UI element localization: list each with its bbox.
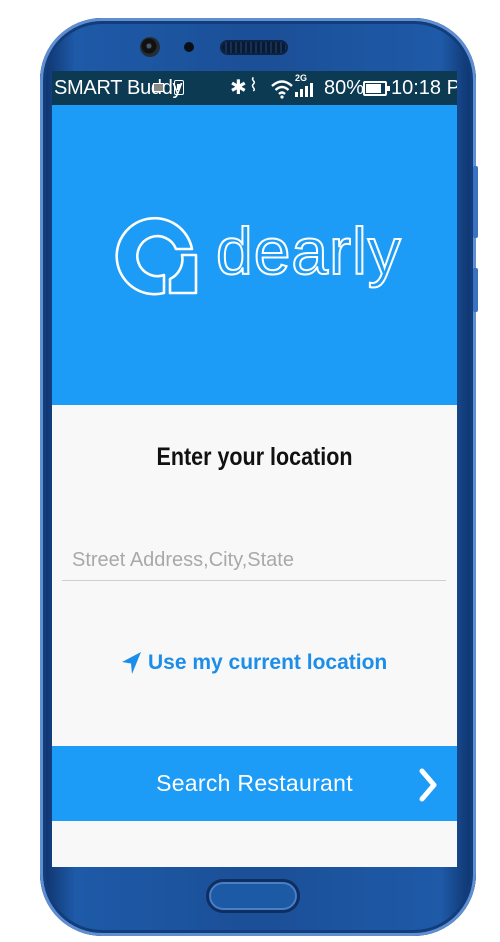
vibrate-icon: ⌇ [249, 75, 258, 95]
home-button[interactable] [206, 879, 300, 913]
sim-icon [153, 83, 164, 92]
proximity-sensor [184, 42, 194, 52]
search-restaurant-button[interactable]: Search Restaurant [52, 746, 457, 821]
phone-status-icon [174, 80, 184, 95]
earpiece-speaker [222, 42, 286, 53]
chevron-right-icon [419, 768, 437, 802]
power-button [473, 268, 478, 312]
navigation-arrow-icon [122, 652, 141, 674]
network-type-label: 2G [295, 73, 308, 83]
brand-wordmark: dearly [215, 213, 402, 289]
volume-button [473, 166, 478, 238]
search-button-label: Search Restaurant [156, 770, 353, 796]
battery-icon [363, 81, 390, 96]
front-camera [140, 37, 160, 57]
app-screen: SMART Buddy ✱ ⌇ 2G 80% 10:18 PM dearly E… [52, 71, 457, 867]
use-current-location-label: Use my current location [148, 651, 388, 674]
use-current-location-link[interactable]: Use my current location [120, 651, 387, 675]
location-heading: Enter your location [156, 443, 353, 471]
brand-header: dearly [52, 105, 457, 405]
battery-percent: 80% [324, 77, 365, 99]
signal-strength-icon [295, 83, 313, 97]
dearly-logo-icon [115, 216, 198, 296]
clock: 10:18 PM [391, 77, 457, 99]
bluetooth-icon: ✱ [230, 77, 247, 99]
status-bar: SMART Buddy ✱ ⌇ 2G 80% 10:18 PM [52, 71, 457, 105]
wifi-icon [271, 80, 293, 99]
address-input[interactable] [62, 541, 446, 581]
